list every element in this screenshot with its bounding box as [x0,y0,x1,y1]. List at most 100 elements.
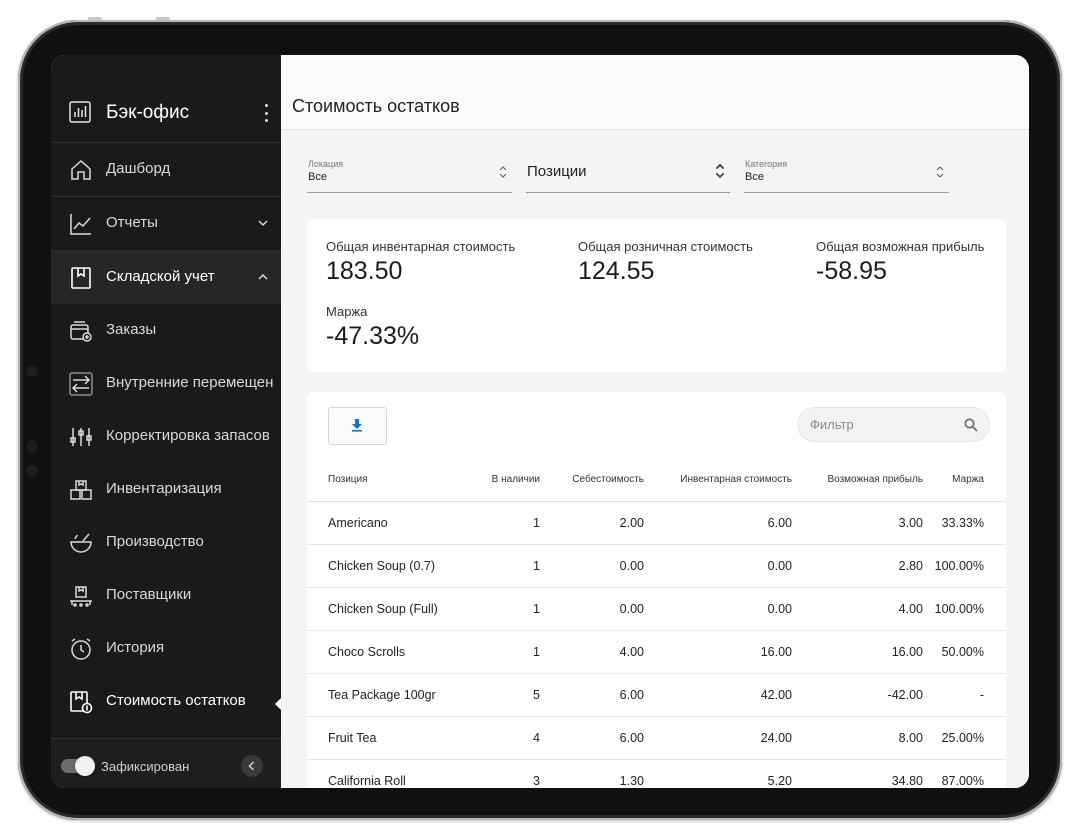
category-select[interactable]: Категория Все [744,158,949,193]
sidebar-item-dashboard[interactable]: Дашборд [51,142,281,196]
chevron-down-icon [258,220,268,227]
column-header-position[interactable]: Позиция [307,458,468,502]
cell-position: Americano [307,501,468,545]
table-row[interactable]: California Roll 3 1.30 5.20 34.80 87.00% [307,759,1006,788]
column-header-margin[interactable]: Маржа [923,458,1006,502]
cell-inventory-value: 5.20 [644,759,792,788]
download-button[interactable] [328,407,387,445]
pin-sidebar-toggle[interactable] [61,756,95,776]
cell-inventory-value: 24.00 [644,716,792,760]
sidebar-item-suppliers[interactable]: Поставщики [51,569,281,622]
category-value: Все [745,171,764,183]
sidebar-item-label: Поставщики [106,586,192,603]
cell-position: Fruit Tea [307,716,468,760]
device-camera-dot [26,440,38,452]
chevron-up-icon [258,273,268,280]
cell-in-stock: 1 [468,501,540,545]
location-select[interactable]: Локация Все [307,158,512,193]
home-icon [71,159,91,180]
column-header-possible-profit[interactable]: Возможная прибыль [792,458,923,502]
sidebar-item-stocktaking[interactable]: Инвентаризация [51,463,281,516]
cell-cost: 6.00 [540,716,644,760]
table-row[interactable]: Chicken Soup (0.7) 1 0.00 0.00 2.80 100.… [307,544,1006,588]
analytics-logo-icon [69,101,91,123]
cell-inventory-value: 16.00 [644,630,792,674]
sidebar-item-orders[interactable]: Заказы [51,304,281,357]
sidebar-item-stock-value[interactable]: Стоимость остатков [51,675,282,728]
cell-cost: 6.00 [540,673,644,717]
cell-possible-profit: 34.80 [792,759,923,788]
stock-value-table: Позиция В наличии Себестоимость Инвентар… [307,458,1006,788]
stock-value-icon [70,691,93,714]
inventory-book-icon [71,267,91,289]
cell-possible-profit: 4.00 [792,587,923,631]
download-icon [352,419,362,432]
cell-in-stock: 4 [468,716,540,760]
sidebar-item-label: Заказы [106,321,157,338]
select-arrows-icon [715,163,725,179]
cell-possible-profit: 2.80 [792,544,923,588]
sidebar-item-label: Складской учет [106,268,215,285]
cell-margin: 100.00% [923,587,1006,631]
app-screen: Бэк-офис Дашборд Отчеты Складской учет З… [51,55,1029,788]
sidebar-item-warehouse[interactable]: Складской учет [51,250,281,304]
cell-in-stock: 3 [468,759,540,788]
cell-in-stock: 5 [468,673,540,717]
column-header-cost[interactable]: Себестоимость [540,458,644,502]
sidebar-footer: Зафиксирован [51,738,281,788]
cell-position: Tea Package 100gr [307,673,468,717]
sidebar-item-history[interactable]: История [51,622,281,675]
sidebar-item-production[interactable]: Производство [51,516,281,569]
cell-position: California Roll [307,759,468,788]
column-header-in-stock[interactable]: В наличии [468,458,540,502]
device-camera-dot [26,465,38,477]
cell-possible-profit: 16.00 [792,630,923,674]
filter-input[interactable] [808,416,962,433]
sidebar-item-stock-adjust[interactable]: Корректировка запасов [51,410,281,463]
sidebar-item-label: Инвентаризация [106,480,222,497]
sidebar-item-label: Внутренние перемещен [106,374,274,391]
location-value: Все [308,171,327,183]
cell-inventory-value: 0.00 [644,544,792,588]
table-row[interactable]: Americano 1 2.00 6.00 3.00 33.33% [307,501,1006,545]
cell-in-stock: 1 [468,630,540,674]
sidebar-item-reports[interactable]: Отчеты [51,196,281,250]
cell-cost: 1.30 [540,759,644,788]
cell-margin: 25.00% [923,716,1006,760]
cell-cost: 0.00 [540,544,644,588]
table-row[interactable]: Chicken Soup (Full) 1 0.00 0.00 4.00 100… [307,587,1006,631]
chart-line-icon [70,214,91,235]
more-menu-icon[interactable] [263,104,269,122]
cell-margin: 87.00% [923,759,1006,788]
cell-position: Chicken Soup (Full) [307,587,468,631]
table-row[interactable]: Fruit Tea 4 6.00 24.00 8.00 25.00% [307,716,1006,760]
pin-sidebar-label: Зафиксирован [101,759,190,774]
stat-label: Общая инвентарная стоимость [326,239,516,254]
bowl-icon [70,533,92,553]
table-row[interactable]: Choco Scrolls 1 4.00 16.00 16.00 50.00% [307,630,1006,674]
stat-retail: Общая розничная стоимость 124.55 [578,239,753,286]
table-row[interactable]: Tea Package 100gr 5 6.00 42.00 -42.00 - [307,673,1006,717]
stat-inventory: Общая инвентарная стоимость 183.50 [326,239,515,286]
stat-value: -58.95 [816,257,887,285]
collapse-sidebar-button[interactable] [241,755,263,777]
search-icon[interactable] [964,418,978,432]
page-title: Стоимость остатков [292,96,460,116]
history-icon [71,638,91,660]
table-filter [797,407,990,442]
chevron-left-icon [248,761,255,771]
column-header-inventory-value[interactable]: Инвентарная стоимость [644,458,792,502]
location-caption: Локация [308,159,344,169]
app-title: Бэк-офис [106,102,190,123]
select-arrows-icon [499,166,507,178]
sidebar-item-label: Стоимость остатков [106,692,246,709]
cell-inventory-value: 42.00 [644,673,792,717]
stat-value: 183.50 [326,257,403,285]
main-content: Стоимость остатков Локация Все Позиции К… [281,55,1029,788]
sidebar-item-label: Производство [106,533,204,550]
positions-select[interactable]: Позиции [526,158,730,193]
cell-possible-profit: -42.00 [792,673,923,717]
sidebar-item-transfers[interactable]: Внутренние перемещен [51,357,281,410]
transfer-icon [69,372,93,396]
cell-in-stock: 1 [468,544,540,588]
